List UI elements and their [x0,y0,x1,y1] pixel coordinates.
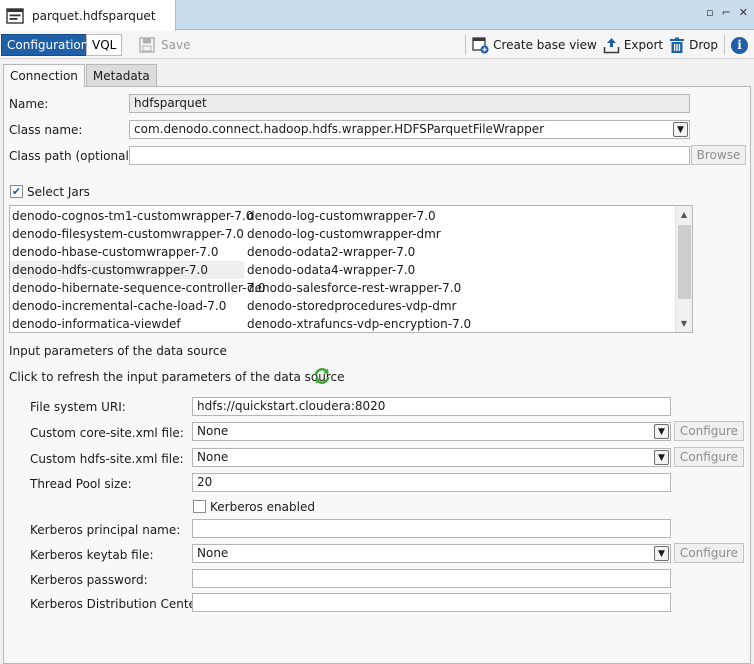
class-path-field[interactable] [129,146,690,165]
browse-button[interactable]: Browse [691,145,746,165]
jars-column-2: denodo-log-customwrapper-7.0 denodo-log-… [245,207,471,332]
configure-core-site-button[interactable]: Configure [674,421,744,441]
kerberos-enabled-label: Kerberos enabled [210,500,315,514]
hdfs-site-value: None [197,450,229,464]
kerberos-keytab-select[interactable]: None ▼ [192,544,671,563]
save-button[interactable]: Save [134,34,195,56]
export-icon [603,37,620,53]
list-item[interactable]: denodo-hibernate-sequence-controller-7.0 [10,279,266,297]
toolbar-separator [724,35,725,55]
kdc-field[interactable] [192,593,671,612]
toolbar-actions: Create base view Export Drop i [465,34,748,56]
scroll-up-icon[interactable]: ▲ [676,206,692,223]
class-name-select[interactable]: com.denodo.connect.hadoop.hdfs.wrapper.H… [129,120,690,139]
kerberos-password-field[interactable] [192,569,671,588]
close-icon[interactable]: ✕ [739,6,748,19]
tab-metadata[interactable]: Metadata [85,64,157,86]
create-base-view-button[interactable]: Create base view [472,36,597,54]
fs-uri-field[interactable]: hdfs://quickstart.cloudera:8020 [192,397,671,416]
select-jars-checkbox[interactable]: ✔ [10,185,23,198]
window-controls: ▫ ⌐ ✕ [706,6,748,19]
chevron-down-icon[interactable]: ▼ [673,122,688,137]
class-path-label: Class path (optional): [9,149,138,163]
refresh-icon[interactable] [313,367,331,385]
list-item[interactable]: denodo-odata4-wrapper-7.0 [245,261,471,279]
kerberos-enabled-checkbox[interactable] [193,500,206,513]
kerberos-keytab-label: Kerberos keytab file: [30,548,154,562]
hdfs-site-select[interactable]: None ▼ [192,448,671,467]
list-item[interactable]: denodo-informatica-viewdef [10,315,266,332]
create-base-view-icon [472,36,489,53]
list-item[interactable]: denodo-storedprocedures-vdp-dmr [245,297,471,315]
chevron-down-icon[interactable]: ▼ [654,546,669,561]
list-item[interactable]: denodo-hbase-customwrapper-7.0 [10,243,266,261]
chevron-down-icon[interactable]: ▼ [654,424,669,439]
list-item[interactable]: denodo-log-customwrapper-7.0 [245,207,471,225]
vql-button[interactable]: VQL [86,34,123,56]
editor-tab-title: parquet.hdfsparquet [32,8,156,23]
list-item[interactable]: denodo-hdfs-customwrapper-7.0 [10,261,244,279]
core-site-value: None [197,424,229,438]
list-item[interactable]: denodo-salesforce-rest-wrapper-7.0 [245,279,471,297]
connection-panel: Name: hdfsparquet Class name: com.denodo… [3,86,751,664]
export-button[interactable]: Export [603,37,663,54]
scroll-down-icon[interactable]: ▼ [676,315,692,332]
tab-connection[interactable]: Connection [3,64,85,87]
configuration-button[interactable]: Configuration [1,34,95,56]
toolbar: Configuration VQL Save Create base view [0,31,754,59]
jars-column-1: denodo-cognos-tm1-customwrapper-7.0 deno… [10,207,266,332]
fs-uri-label: File system URI: [30,400,126,414]
trash-icon [670,37,685,53]
name-field: hdfsparquet [129,94,690,113]
info-glyph: i [737,38,742,52]
info-icon[interactable]: i [731,36,748,54]
save-label: Save [161,38,191,52]
wrapper-file-icon [6,7,24,24]
list-item[interactable]: denodo-incremental-cache-load-7.0 [10,297,266,315]
list-item[interactable]: denodo-odata2-wrapper-7.0 [245,243,471,261]
class-name-value: com.denodo.connect.hadoop.hdfs.wrapper.H… [134,122,545,136]
toolbar-separator [465,35,467,55]
core-site-label: Custom core-site.xml file: [30,426,184,440]
select-jars-label: Select Jars [27,185,90,199]
list-item[interactable]: denodo-filesystem-customwrapper-7.0 [10,225,266,243]
save-icon [139,37,155,53]
chevron-down-icon[interactable]: ▼ [654,450,669,465]
jars-scrollbar[interactable]: ▲ ▼ [675,206,692,332]
restore-icon[interactable]: ⌐ [722,6,731,19]
class-name-label: Class name: [9,123,83,137]
list-item[interactable]: denodo-cognos-tm1-customwrapper-7.0 [10,207,266,225]
title-bar: parquet.hdfsparquet ▫ ⌐ ✕ [0,0,754,31]
export-label: Export [623,38,664,52]
minimize-icon[interactable]: ▫ [706,6,713,19]
hdfs-site-label: Custom hdfs-site.xml file: [30,452,184,466]
thread-pool-label: Thread Pool size: [30,477,132,491]
list-item[interactable]: denodo-log-customwrapper-dmr [245,225,471,243]
name-label: Name: [9,97,49,111]
input-params-title: Input parameters of the data source [9,344,227,358]
drop-button[interactable]: Drop [669,37,718,54]
refresh-params-text: Click to refresh the input parameters of… [9,370,345,384]
subtabs: Connection Metadata [3,64,157,87]
configure-keytab-button[interactable]: Configure [674,543,744,563]
kerberos-password-label: Kerberos password: [30,573,148,587]
editor-tab[interactable]: parquet.hdfsparquet [0,0,176,31]
kerberos-principal-field[interactable] [192,519,671,538]
core-site-select[interactable]: None ▼ [192,422,671,441]
create-base-view-label: Create base view [493,38,597,52]
configure-hdfs-site-button[interactable]: Configure [674,447,744,467]
jars-list[interactable]: denodo-cognos-tm1-customwrapper-7.0 deno… [9,205,693,333]
scrollbar-thumb[interactable] [678,225,691,299]
list-item[interactable]: denodo-xtrafuncs-vdp-encryption-7.0 [245,315,471,332]
thread-pool-field[interactable]: 20 [192,473,671,492]
drop-label: Drop [689,38,718,52]
kerberos-principal-label: Kerberos principal name: [30,523,181,537]
kdc-label: Kerberos Distribution Center: [30,597,205,611]
kerberos-keytab-value: None [197,546,229,560]
